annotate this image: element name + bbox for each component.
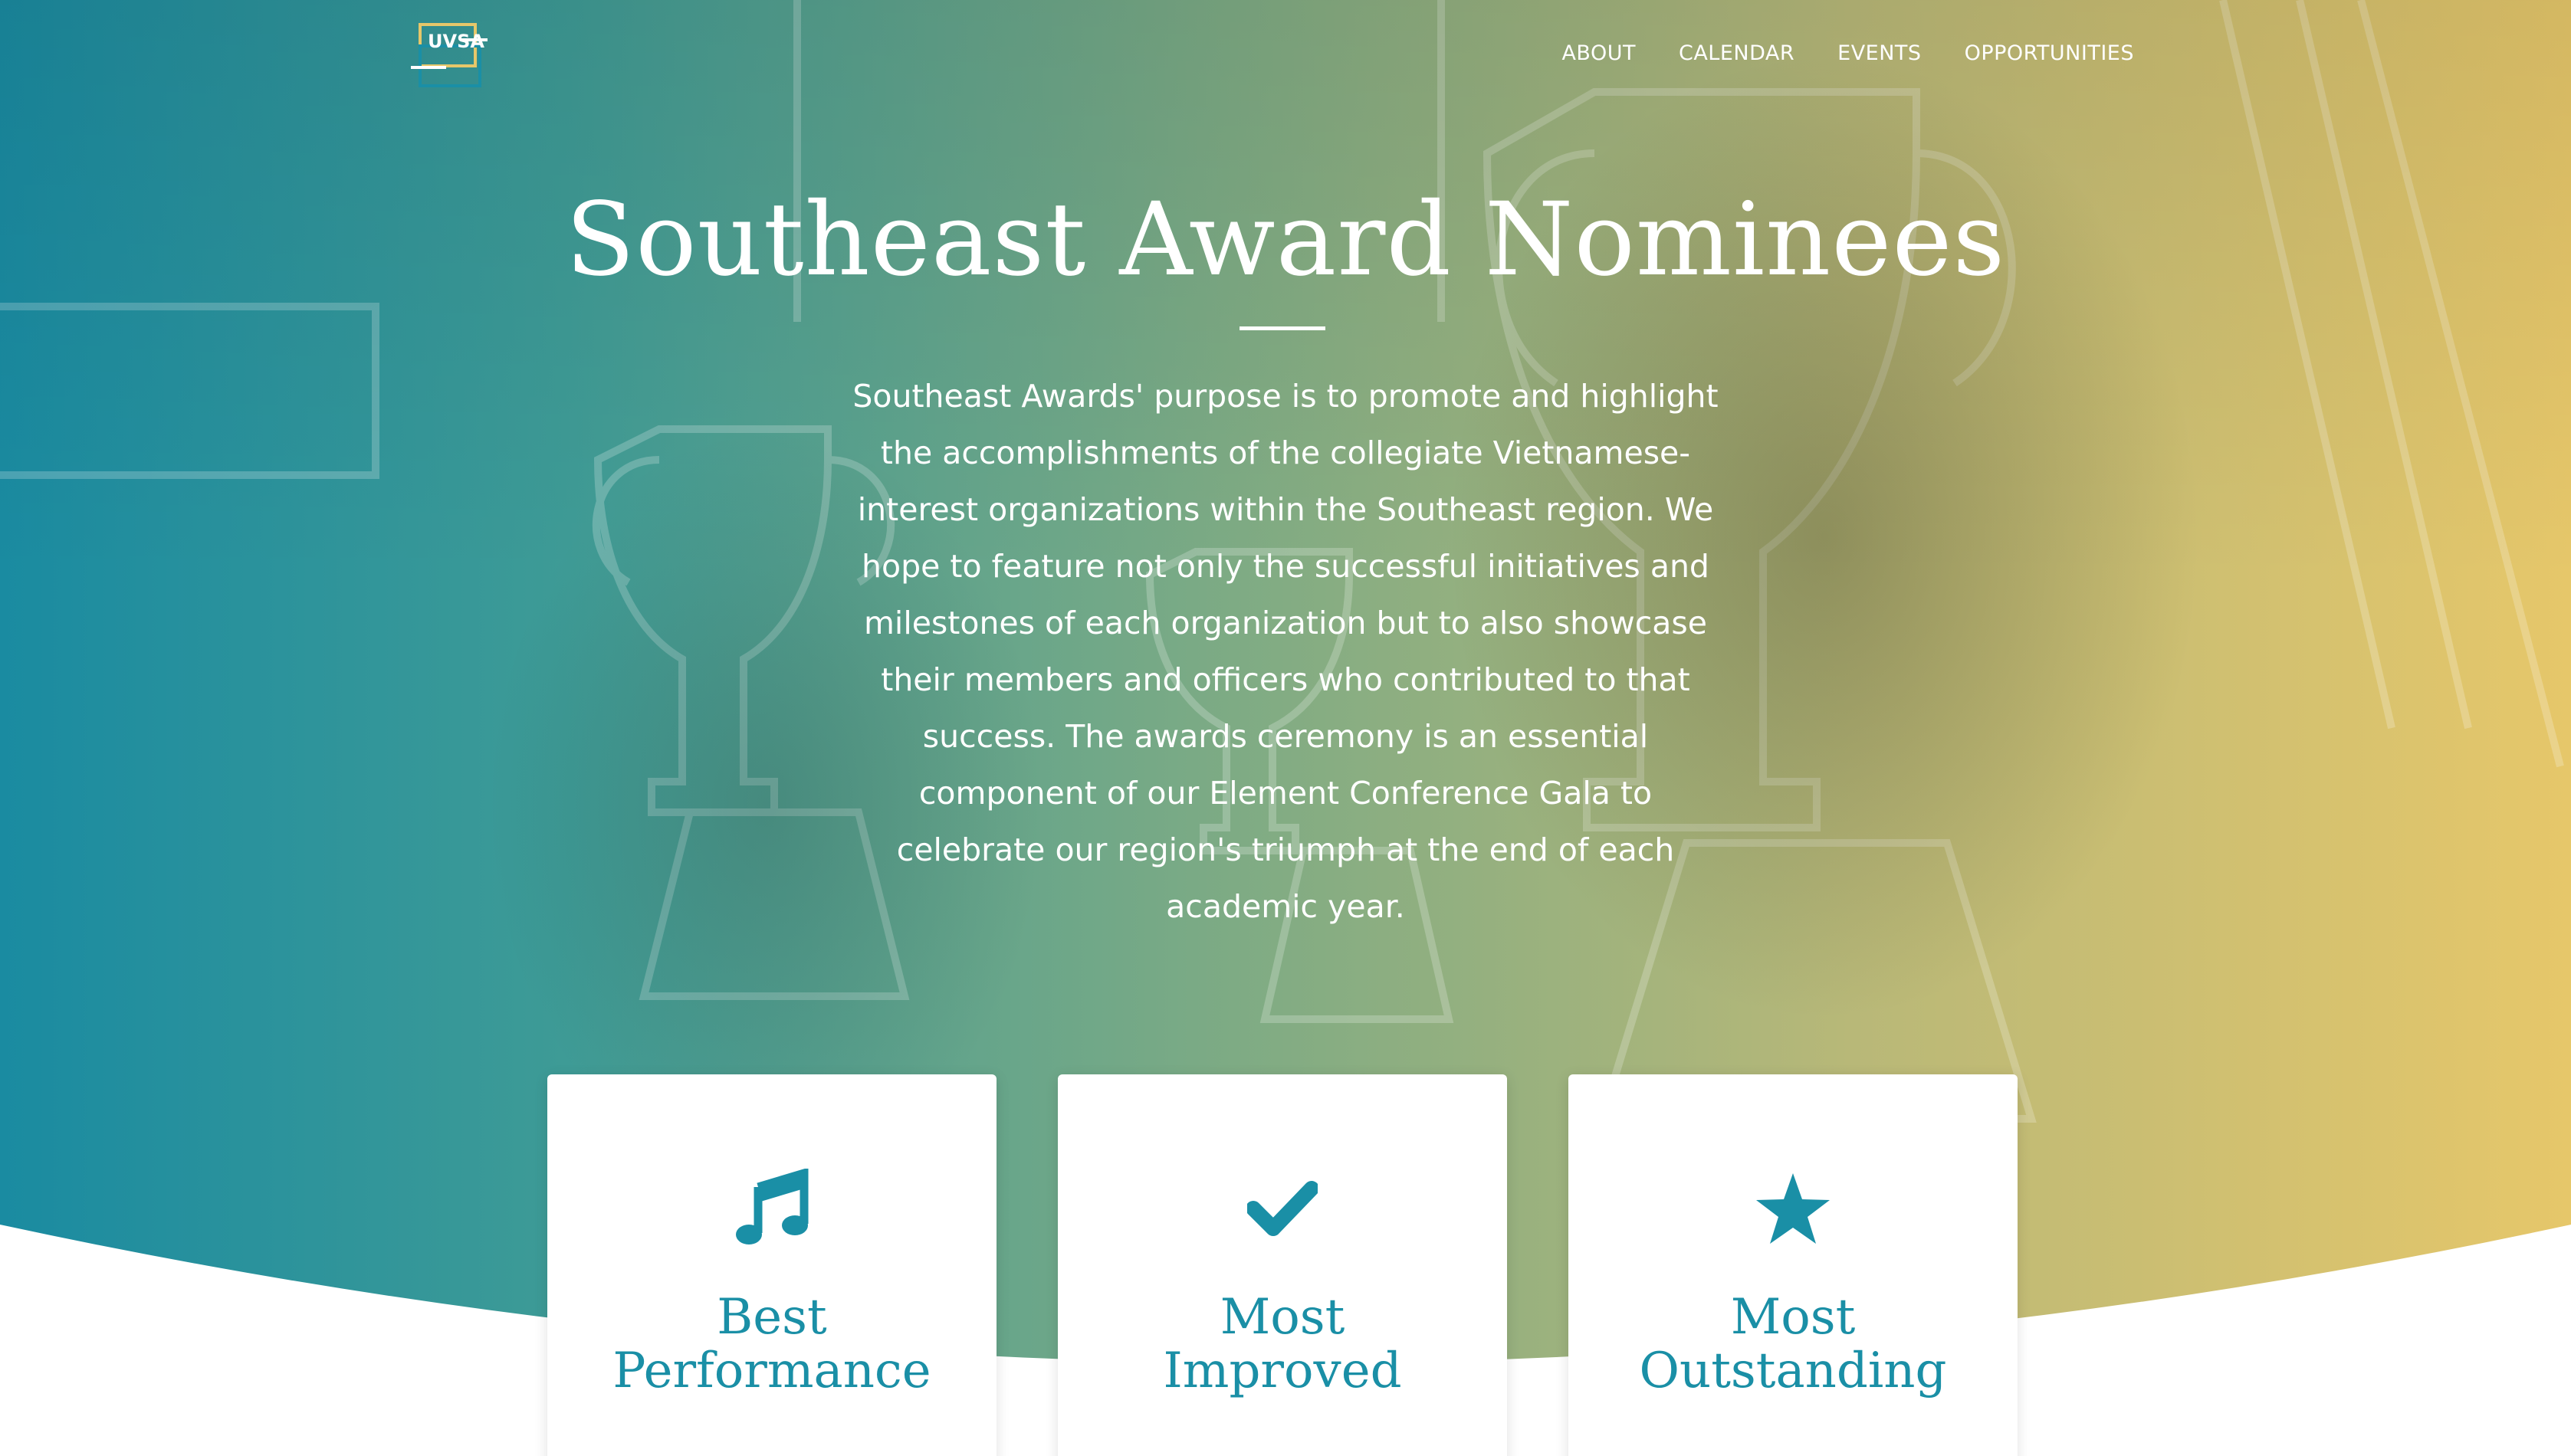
music-note-icon bbox=[547, 1166, 997, 1251]
main-nav: ABOUT CALENDAR EVENTS OPPORTUNITIES bbox=[1561, 41, 2134, 65]
title-divider bbox=[1240, 326, 1325, 330]
nav-about-link[interactable]: ABOUT bbox=[1561, 41, 1636, 65]
award-card-title-line1: Most bbox=[1730, 1289, 1856, 1346]
award-card-title-line2: Outstanding bbox=[1639, 1343, 1947, 1399]
nav-events-link[interactable]: EVENTS bbox=[1837, 41, 1921, 65]
award-cards: Best Performance Most Improved Most Outs… bbox=[547, 1074, 2018, 1456]
award-card-best-performance[interactable]: Best Performance bbox=[547, 1074, 997, 1456]
nav-opportunities-link[interactable]: OPPORTUNITIES bbox=[1965, 41, 2134, 65]
uvsa-logo[interactable]: UVSA bbox=[411, 23, 488, 89]
award-card-most-improved[interactable]: Most Improved bbox=[1058, 1074, 1507, 1456]
page: UVSA ABOUT CALENDAR EVENTS OPPORTUNITIES… bbox=[0, 0, 2571, 1456]
award-card-title-line1: Most bbox=[1220, 1289, 1345, 1346]
star-icon bbox=[1568, 1166, 2018, 1251]
award-card-title: Best Performance bbox=[547, 1290, 997, 1398]
award-card-title-line2: Improved bbox=[1163, 1343, 1402, 1399]
award-card-title-line2: Performance bbox=[612, 1343, 931, 1399]
nav-calendar-link[interactable]: CALENDAR bbox=[1679, 41, 1794, 65]
award-card-title: Most Improved bbox=[1058, 1290, 1507, 1398]
page-title: Southeast Award Nominees bbox=[565, 181, 2006, 299]
award-card-most-outstanding[interactable]: Most Outstanding bbox=[1568, 1074, 2018, 1456]
award-card-title-line1: Best bbox=[717, 1289, 827, 1346]
checkmark-icon bbox=[1058, 1166, 1507, 1251]
award-card-title: Most Outstanding bbox=[1568, 1290, 2018, 1398]
intro-paragraph: Southeast Awards' purpose is to promote … bbox=[852, 378, 1719, 925]
